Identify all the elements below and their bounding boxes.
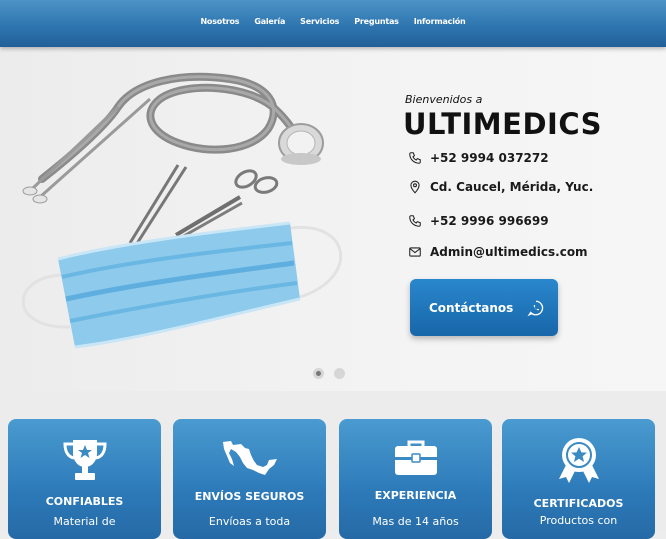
feature-title: ENVÍOS SEGUROS xyxy=(194,490,305,503)
briefcase-icon xyxy=(394,440,437,475)
feature-title: CERTIFICADOS xyxy=(533,497,624,510)
brand-title: ULTIMEDICS xyxy=(403,107,603,141)
contact-phone-1[interactable]: +52 9994 037272 xyxy=(408,151,549,165)
phone-icon xyxy=(409,215,421,227)
contact-address: Cd. Caucel, Mérida, Yuc. xyxy=(408,180,593,194)
nav-link-galeria[interactable]: Galería xyxy=(254,17,285,30)
slider-dots xyxy=(313,368,345,379)
feature-card-envios: ENVÍOS SEGUROS Envíoas a toda xyxy=(173,419,326,539)
features-section: CONFIABLES Material de ENVÍOS SEGUROS En… xyxy=(0,391,666,539)
feature-description: Material de xyxy=(53,515,116,528)
feature-card-confiables: CONFIABLES Material de xyxy=(8,419,161,539)
envelope-icon xyxy=(409,247,421,257)
feature-card-experiencia: EXPERIENCIA Mas de 14 años xyxy=(339,419,492,539)
whatsapp-icon xyxy=(527,300,544,316)
top-nav: Nosotros Galería Servicios Preguntas Inf… xyxy=(0,0,666,47)
certificate-ribbon-icon xyxy=(558,438,599,483)
nav-link-informacion[interactable]: Información xyxy=(414,17,466,30)
slider-dot-2[interactable] xyxy=(334,368,345,379)
contact-us-label: Contáctanos xyxy=(429,300,514,315)
medical-instruments-image xyxy=(21,72,343,349)
hero-slider: Bienvenidos a ULTIMEDICS +52 9994 037272… xyxy=(0,47,666,391)
feature-card-certificados: CERTIFICADOS Productos con xyxy=(502,419,655,539)
contact-phone-2-text: +52 9996 996699 xyxy=(430,214,549,228)
contact-phone-1-text: +52 9994 037272 xyxy=(430,151,549,165)
location-pin-icon xyxy=(410,180,420,194)
welcome-text: Bienvenidos a xyxy=(405,93,483,106)
contact-email-text: Admin@ultimedics.com xyxy=(430,245,588,259)
nav-link-servicios[interactable]: Servicios xyxy=(300,17,339,30)
contact-address-text: Cd. Caucel, Mérida, Yuc. xyxy=(430,180,594,194)
trophy-icon xyxy=(62,440,107,480)
feature-title: EXPERIENCIA xyxy=(374,489,457,502)
feature-description: Productos con xyxy=(539,514,618,527)
nav-link-nosotros[interactable]: Nosotros xyxy=(200,17,239,30)
contact-email[interactable]: Admin@ultimedics.com xyxy=(408,245,588,259)
feature-description: Mas de 14 años xyxy=(372,515,459,528)
feature-title: CONFIABLES xyxy=(45,495,124,508)
mexico-map-icon xyxy=(222,441,277,475)
slider-dot-1[interactable] xyxy=(313,368,324,379)
feature-description: Envíoas a toda xyxy=(208,515,291,528)
contact-phone-2[interactable]: +52 9996 996699 xyxy=(408,214,549,228)
nav-link-preguntas[interactable]: Preguntas xyxy=(354,17,399,30)
contact-us-button[interactable]: Contáctanos xyxy=(410,279,558,336)
phone-icon xyxy=(409,152,421,164)
